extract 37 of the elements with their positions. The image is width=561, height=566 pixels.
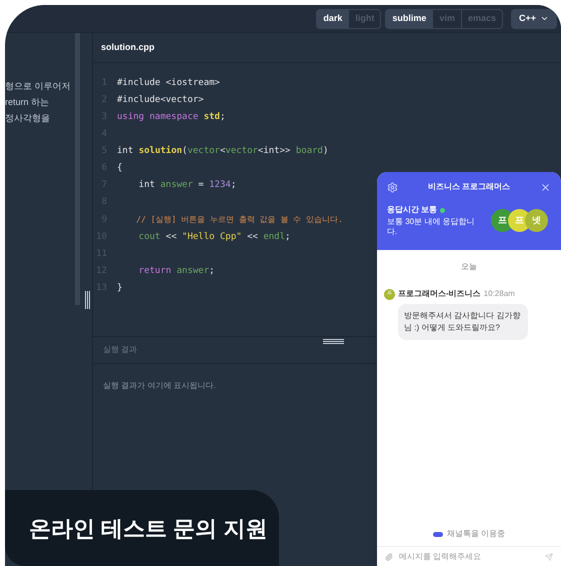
message-bubble: 방문해주셔서 감사합니다 김가향님 :) 어떻게 도와드릴까요? <box>398 304 528 340</box>
code-line: #include<vector> <box>117 94 204 107</box>
code-line: // [실행] 버튼을 누르면 출력 값을 볼 수 있습니다. <box>135 214 343 226</box>
code-line: } <box>117 282 122 295</box>
result-title: 실행 결과 <box>103 344 138 356</box>
message-input[interactable]: 메시지를 입력해주세요 <box>399 550 539 562</box>
chat-title: 비즈니스 프로그래머스 <box>428 181 510 193</box>
code-line: cout << "Hello Cpp" << endl; <box>138 230 290 244</box>
code-line: int answer = 1234; <box>138 179 236 192</box>
banner-title: 온라인 테스트 문의 지원 <box>29 514 268 542</box>
channel-pill-icon <box>432 532 443 536</box>
code-line: return answer; <box>138 264 215 278</box>
powered-by: 채널톡을 이용중 <box>446 528 506 540</box>
response-status: 응답시간 보통 <box>387 204 438 216</box>
code-line: #include <iostream> <box>117 76 220 90</box>
close-icon[interactable] <box>540 182 551 192</box>
drag-handle-icon[interactable] <box>323 339 344 344</box>
file-tab[interactable]: solution.cpp <box>93 40 162 62</box>
code-line: { <box>117 162 122 176</box>
problem-text: return 하는 <box>5 96 50 109</box>
resize-handle-icon[interactable] <box>85 291 91 309</box>
date-divider: 오늘 <box>461 261 477 273</box>
toggle-option[interactable]: sublime <box>386 10 432 28</box>
code-line: int solution(vector<vector<int>> board) <box>117 145 328 158</box>
response-note: 보통 30분 내에 응답합니다. <box>387 217 476 237</box>
toggle-option[interactable]: dark <box>317 10 348 28</box>
problem-text: 형으로 이루어저 <box>5 80 72 93</box>
code-line: using namespace std; <box>117 110 226 124</box>
problem-text: 정사각형을 <box>5 112 51 125</box>
paperclip-icon[interactable] <box>385 552 393 560</box>
language-dropdown[interactable]: C++ <box>510 8 557 28</box>
sender-name: 프로그래머스-비즈니스 <box>398 288 481 300</box>
message-time: 10:28am <box>484 288 515 300</box>
result-output: 실행 결과가 여기에 표시됩니다. <box>103 381 216 390</box>
caret-icon <box>540 14 549 23</box>
team-avatar: 넷 <box>525 209 548 232</box>
settings-icon[interactable] <box>387 182 398 192</box>
